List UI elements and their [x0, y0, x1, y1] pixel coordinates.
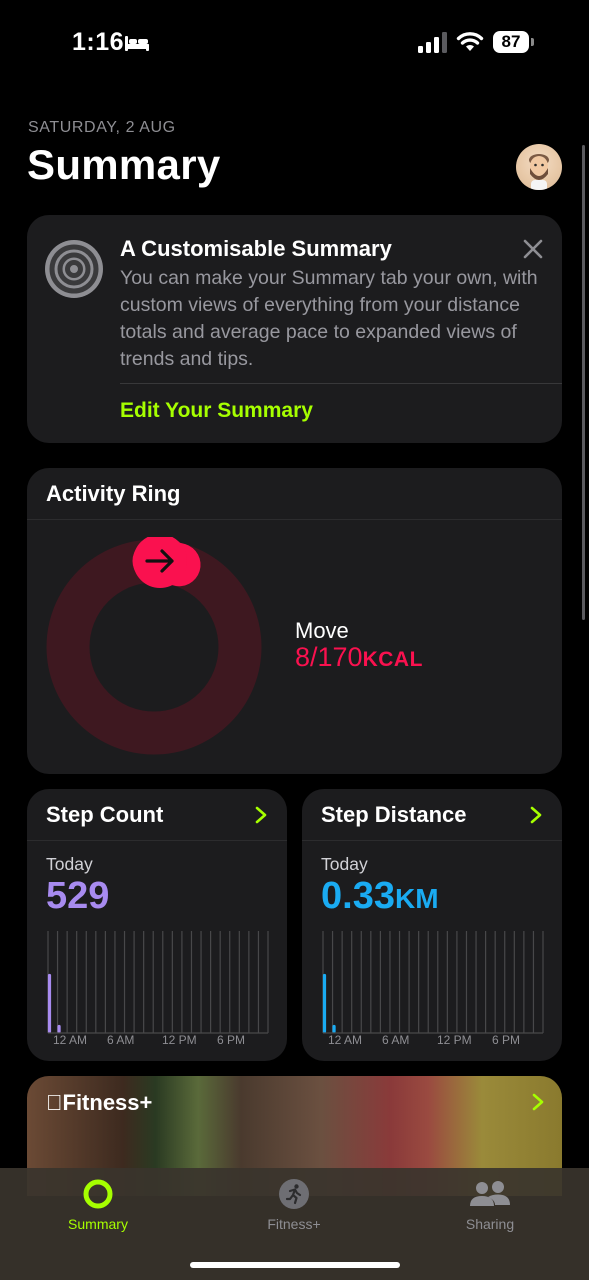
axis-label: 12 AM — [328, 1033, 363, 1047]
tab-fitness-plus[interactable]: Fitness+ — [196, 1168, 392, 1268]
axis-label: 6 PM — [492, 1033, 521, 1047]
activity-ring-icon — [83, 1179, 113, 1209]
fitness-plus-logo: Fitness+ — [46, 1090, 152, 1116]
people-icon — [470, 1181, 510, 1206]
hour-bar — [332, 1024, 336, 1033]
scroll-indicator[interactable] — [582, 145, 585, 620]
axis-label: 12 PM — [437, 1033, 472, 1047]
battery-level: 87 — [493, 31, 529, 53]
page-title: Summary — [27, 141, 221, 188]
move-unit: KCAL — [362, 648, 423, 671]
chevron-right-icon[interactable] — [254, 806, 268, 824]
divider — [27, 840, 287, 841]
divider — [120, 383, 562, 384]
fitness-plus-title: Fitness+ — [46, 1090, 153, 1115]
axis-label: 6 PM — [217, 1033, 246, 1047]
info-card-body: You can make your Summary tab your own, … — [120, 267, 538, 370]
memoji-icon — [529, 154, 549, 190]
move-value-number: 8/170 — [295, 642, 363, 672]
tab-label: Sharing — [465, 1216, 515, 1232]
step-distance-unit: KM — [394, 883, 439, 914]
info-card-title: A Customisable Summary — [120, 236, 392, 261]
step-distance-chart — [322, 931, 544, 1034]
hour-bar — [322, 973, 327, 1033]
step-count-period: Today — [46, 854, 93, 874]
edit-summary-link[interactable]: Edit Your Summary — [120, 399, 313, 423]
tab-summary[interactable]: Summary — [0, 1168, 196, 1268]
move-label: Move — [295, 618, 349, 643]
bed-icon — [125, 36, 149, 51]
step-distance-value: 0.33KM — [321, 875, 439, 918]
step-count-chart — [47, 931, 269, 1034]
status-time: 1:16 — [72, 28, 125, 56]
axis-label: 12 AM — [53, 1033, 88, 1047]
tab-sharing[interactable]: Sharing — [392, 1168, 588, 1268]
move-value: 8/170KCAL — [295, 642, 423, 673]
step-distance-card[interactable]: Step Distance Today 0.33KM 12 AM 6 AM 12… — [302, 789, 562, 1061]
date-label: SATURDAY, 2 AUG — [28, 119, 176, 136]
avatar[interactable] — [516, 144, 562, 190]
wifi-icon — [456, 32, 484, 51]
step-distance-number: 0.33 — [321, 875, 395, 917]
activity-rings-icon — [45, 240, 103, 298]
step-distance-period: Today — [321, 854, 368, 874]
close-icon[interactable] — [521, 237, 545, 261]
divider — [302, 840, 562, 841]
apple-logo-icon:  — [46, 1090, 63, 1115]
tab-label: Fitness+ — [267, 1216, 321, 1232]
step-distance-title: Step Distance — [321, 802, 467, 827]
customisable-summary-card: A Customisable Summary You can make your… — [27, 215, 562, 443]
battery-tip — [531, 38, 534, 46]
step-count-value: 529 — [46, 875, 110, 917]
axis-label: 12 PM — [162, 1033, 197, 1047]
tab-label: Summary — [68, 1216, 128, 1232]
activity-ring-title: Activity Ring — [46, 481, 181, 506]
battery-icon: 87 — [493, 31, 534, 55]
axis-label: 6 AM — [107, 1033, 135, 1047]
status-bar: 1:16 87 — [0, 0, 589, 88]
chevron-right-icon[interactable] — [529, 806, 543, 824]
hour-bar — [57, 1024, 61, 1033]
hour-bar — [47, 973, 52, 1033]
step-count-title: Step Count — [46, 802, 164, 827]
home-indicator[interactable] — [190, 1262, 400, 1268]
axis-label: 6 AM — [382, 1033, 410, 1047]
summary-screen: 1:16 87 SATURDAY, 2 AUG Summary A Custom… — [0, 0, 589, 1280]
runner-icon — [279, 1179, 309, 1209]
move-ring — [46, 537, 262, 755]
divider — [27, 519, 562, 520]
cellular-signal-icon — [418, 32, 447, 53]
step-count-card[interactable]: Step Count Today 529 12 AM 6 AM 12 PM 6 … — [27, 789, 287, 1061]
chevron-right-icon[interactable] — [531, 1093, 545, 1111]
